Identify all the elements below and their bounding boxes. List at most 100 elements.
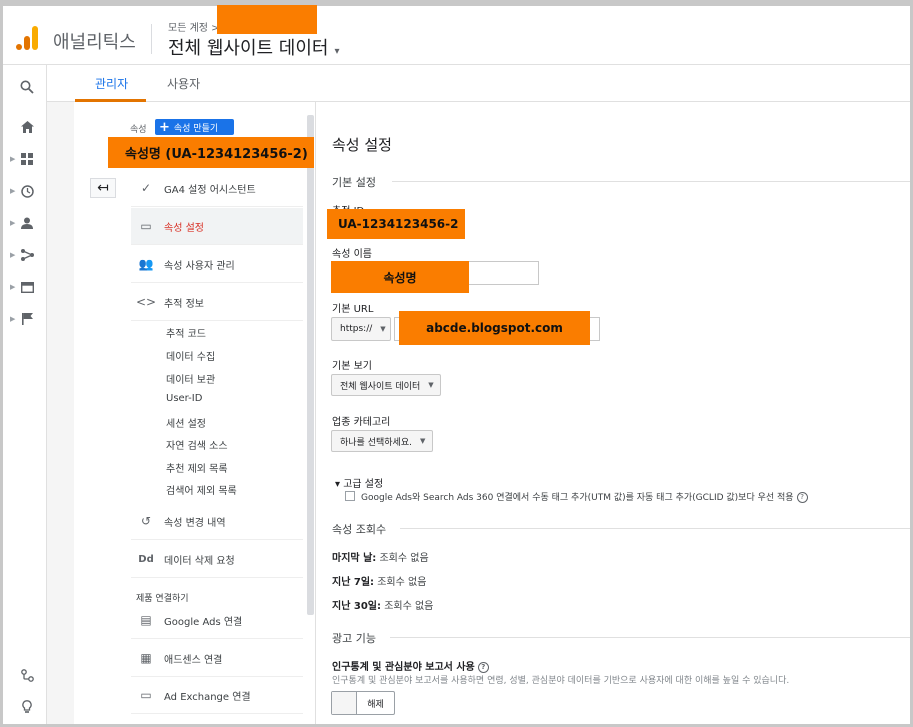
manual-tagging-option: Google Ads와 Search Ads 360 연결에서 수동 태그 추가… [361, 490, 808, 503]
submenu-data-collection[interactable]: 데이터 수집 [166, 348, 215, 363]
property-selector[interactable]: 속성명 (UA-1234123456-2) [108, 137, 314, 168]
person-icon[interactable]: ▶ [10, 213, 37, 233]
flag-icon[interactable]: ▶ [10, 309, 37, 329]
menu-property-settings[interactable]: ▭ 속성 설정 [131, 208, 303, 245]
home-icon[interactable] [17, 117, 37, 137]
menu-tracking-info[interactable]: <> 추적 정보 [131, 284, 303, 321]
adsense-icon: ▦ [140, 651, 152, 665]
tracking-id-value: UA-1234123456-2 [327, 209, 465, 239]
default-url-label: 기본 URL [332, 304, 374, 315]
divider [400, 528, 910, 529]
create-property-label: 속성 만들기 [173, 123, 219, 134]
property-name-value: 속성명 [331, 261, 469, 293]
menu-google-ads-linking[interactable]: ▤ Google Ads 연결 [131, 602, 303, 639]
breadcrumb[interactable]: 모든 계정 > [168, 19, 220, 34]
views-last-day: 마지막 날: 조회수 없음 [332, 549, 429, 564]
app-name: 애널리틱스 [53, 32, 136, 53]
view-title: 전체 웹사이트 데이터 [168, 38, 329, 59]
menu-ga4-setup-assistant[interactable]: ✓ GA4 설정 어시스턴트 [131, 170, 303, 207]
menu-label: 속성 변경 내역 [164, 517, 226, 529]
submenu-search-term-exclusion[interactable]: 검색어 제외 목록 [166, 482, 237, 497]
search-icon[interactable] [17, 77, 37, 97]
code-icon: <> [136, 295, 157, 309]
tab-user[interactable]: 사용자 [167, 75, 200, 92]
default-url-value: abcde.blogspot.com [399, 311, 590, 345]
back-arrow-icon[interactable]: ↤ [90, 178, 116, 198]
industry-category-dropdown[interactable]: 하나를 선택하세요. ▼ [331, 430, 433, 452]
acquisition-icon[interactable]: ▶ [10, 245, 37, 265]
tab-bar: 관리자 사용자 [47, 65, 910, 102]
redaction-box [217, 5, 317, 34]
menu-data-deletion-requests[interactable]: Dd 데이터 삭제 요청 [131, 541, 303, 578]
default-view-dropdown[interactable]: 전체 웹사이트 데이터 ▼ [331, 374, 441, 396]
advertising-features-heading: 광고 기능 [332, 632, 376, 645]
data-deletion-icon: Dd [138, 553, 154, 565]
help-icon[interactable]: ? [477, 661, 489, 673]
create-property-button[interactable]: + 속성 만들기 [155, 119, 234, 135]
analytics-logo-icon[interactable] [16, 26, 38, 50]
chevron-down-icon: ▼ [428, 381, 434, 389]
help-icon[interactable]: ? [796, 492, 808, 503]
menu-label: Ad Exchange 연결 [164, 691, 251, 703]
demographics-toggle[interactable]: 해제 [331, 691, 395, 715]
menu-ad-exchange-linking[interactable]: ▭ Ad Exchange 연결 [131, 677, 303, 714]
property-label: 속성 [130, 125, 147, 135]
demographics-title: 인구통계 및 관심분야 보고서 사용? [332, 658, 489, 673]
divider [390, 637, 910, 638]
toggle-knob [332, 692, 357, 714]
views-last-30-days: 지난 30일: 조회수 없음 [332, 597, 433, 612]
submenu-user-id[interactable]: User-ID [166, 393, 202, 404]
view-selector[interactable]: 전체 웹사이트 데이터 ▾ [168, 34, 340, 60]
top-bar: 애널리틱스 모든 계정 > 전체 웹사이트 데이터 ▾ [3, 6, 910, 65]
protocol-dropdown[interactable]: https:// ▼ [331, 317, 391, 341]
menu-label: GA4 설정 어시스턴트 [164, 184, 256, 196]
industry-category-value: 하나를 선택하세요. [340, 437, 412, 448]
manual-tagging-checkbox[interactable] [345, 491, 355, 501]
checklist-icon: ✓ [140, 181, 152, 195]
submenu-session-settings[interactable]: 세션 설정 [166, 415, 206, 430]
settings-page-icon: ▭ [140, 219, 152, 233]
menu-property-user-management[interactable]: 👥 속성 사용자 관리 [131, 246, 303, 283]
menu-label: 애드센스 연결 [164, 654, 223, 666]
left-nav: ▶ ▶ ▶ ▶ ▶ ▶ [3, 65, 47, 724]
submenu-data-retention[interactable]: 데이터 보관 [166, 371, 215, 386]
protocol-value: https:// [340, 324, 373, 334]
stat-value: 조회수 없음 [379, 553, 429, 564]
property-name-label: 속성 이름 [332, 249, 372, 260]
stat-label: 지난 30일: [332, 601, 381, 612]
behavior-icon[interactable]: ▶ [10, 277, 37, 297]
submenu-organic-search-sources[interactable]: 자연 검색 소스 [166, 437, 228, 452]
chevron-down-icon: ▾ [335, 479, 341, 490]
ad-exchange-icon: ▭ [140, 688, 152, 702]
industry-category-label: 업종 카테고리 [332, 417, 391, 428]
default-view-value: 전체 웹사이트 데이터 [340, 381, 421, 392]
divider [151, 24, 152, 54]
chevron-down-icon: ▼ [380, 325, 386, 333]
advanced-settings-toggle[interactable]: ▾ 고급 설정 [335, 475, 383, 490]
clock-icon[interactable]: ▶ [10, 181, 37, 201]
property-views-heading: 속성 조회수 [332, 523, 387, 536]
google-ads-icon: ▤ [140, 613, 152, 627]
stat-value: 조회수 없음 [377, 577, 427, 588]
people-icon: 👥 [138, 257, 154, 271]
lightbulb-icon[interactable] [17, 697, 37, 717]
manual-tagging-label: Google Ads와 Search Ads 360 연결에서 수동 태그 추가… [361, 493, 794, 503]
connect-icon[interactable] [17, 665, 37, 685]
menu-label: 추적 정보 [164, 298, 204, 310]
submenu-tracking-code[interactable]: 추적 코드 [166, 325, 206, 340]
scrollbar[interactable] [307, 115, 314, 615]
submenu-referral-exclusion[interactable]: 추천 제외 목록 [166, 460, 228, 475]
tab-admin[interactable]: 관리자 [95, 75, 128, 92]
column-gutter [47, 102, 74, 724]
chevron-down-icon: ▾ [334, 46, 340, 57]
history-icon: ↺ [140, 514, 152, 528]
stat-label: 마지막 날: [332, 553, 377, 564]
dashboard-icon[interactable]: ▶ [10, 149, 37, 169]
menu-adsense-linking[interactable]: ▦ 애드센스 연결 [131, 640, 303, 677]
menu-property-change-history[interactable]: ↺ 속성 변경 내역 [131, 503, 303, 540]
menu-label: 속성 설정 [164, 222, 204, 234]
toggle-label: 해제 [367, 699, 384, 710]
advanced-settings-label: 고급 설정 [343, 479, 384, 490]
demographics-description: 인구통계 및 관심분야 보고서를 사용하면 연령, 성별, 관심분야 데이터를 … [332, 676, 790, 686]
default-view-label: 기본 보기 [332, 361, 372, 372]
